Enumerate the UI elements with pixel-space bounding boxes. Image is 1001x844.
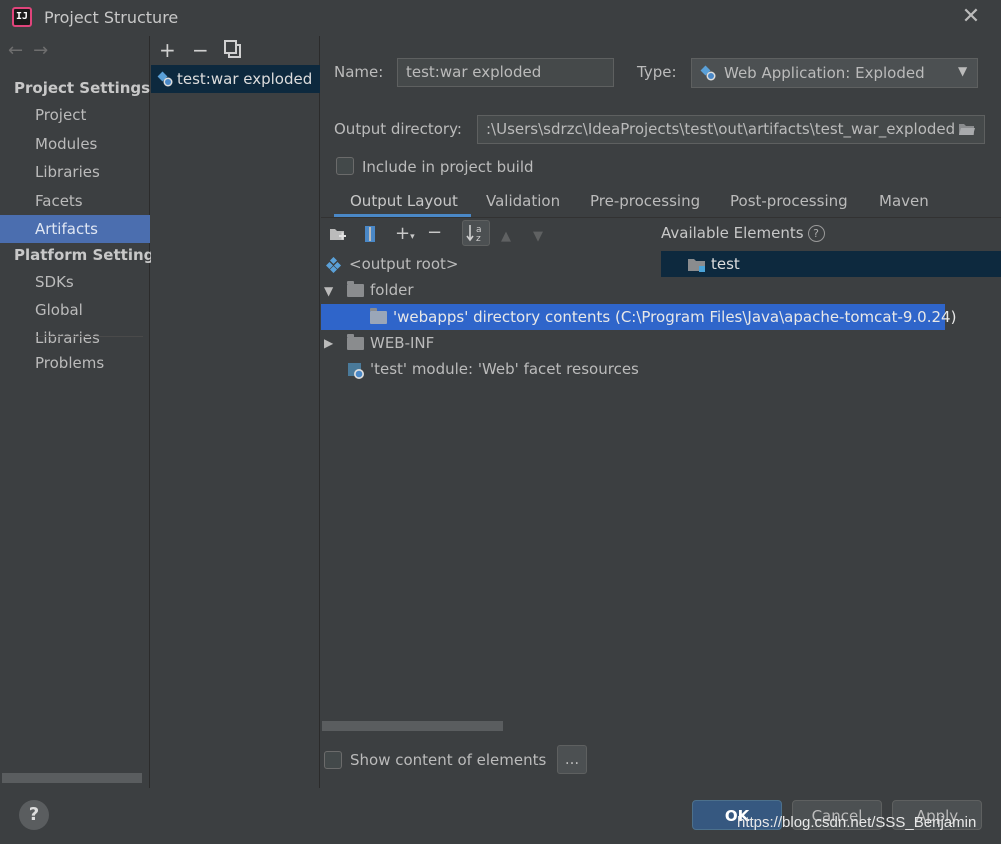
- folder-icon: [370, 308, 387, 324]
- show-content-checkbox[interactable]: [324, 751, 342, 769]
- include-in-build-label: Include in project build: [362, 158, 534, 176]
- include-in-build-checkbox[interactable]: [336, 157, 354, 175]
- help-button[interactable]: ?: [19, 800, 49, 830]
- type-select[interactable]: Web Application: Exploded: [691, 58, 978, 88]
- folder-icon: [347, 281, 364, 297]
- nav-item-problems[interactable]: Problems: [0, 349, 150, 377]
- arrow-left-icon[interactable]: ←: [8, 40, 23, 61]
- type-label: Type:: [637, 63, 677, 81]
- nav-divider: [35, 336, 143, 337]
- nav-item-artifacts[interactable]: Artifacts: [0, 215, 150, 243]
- remove-artifact-button[interactable]: −: [192, 40, 209, 60]
- tab-post-processing[interactable]: Post-processing: [730, 192, 848, 218]
- tab-divider: [321, 217, 1001, 218]
- copy-icon[interactable]: [224, 40, 242, 58]
- chevron-right-icon[interactable]: ▶: [324, 336, 333, 350]
- type-select-value: Web Application: Exploded: [724, 64, 925, 82]
- web-facet-icon: [347, 362, 365, 380]
- project-settings-header: Project Settings: [14, 79, 151, 97]
- nav-item-project[interactable]: Project: [0, 101, 150, 129]
- tree-webapps-contents[interactable]: 'webapps' directory contents (C:\Program…: [393, 304, 956, 330]
- tree-output-root[interactable]: <output root>: [349, 251, 458, 277]
- name-label: Name:: [334, 63, 384, 81]
- artifact-item[interactable]: test:war exploded: [151, 65, 320, 93]
- create-archive-icon[interactable]: [364, 225, 376, 243]
- platform-settings-header: Platform Settings: [14, 246, 164, 264]
- nav-item-modules[interactable]: Modules: [0, 130, 150, 158]
- artifacts-list-panel: [151, 36, 320, 788]
- artifact-editor: [321, 36, 1001, 788]
- tree-web-inf[interactable]: WEB-INF: [370, 330, 434, 356]
- output-directory-field[interactable]: :\Users\sdrzc\IdeaProjects\test\out\arti…: [477, 115, 985, 144]
- available-element-item[interactable]: test: [661, 251, 1001, 277]
- folder-icon: [347, 334, 364, 350]
- output-directory-label: Output directory:: [334, 120, 462, 138]
- intellij-logo-icon: IJ: [12, 7, 32, 27]
- help-icon[interactable]: ?: [807, 225, 825, 242]
- svg-text:z: z: [476, 234, 481, 244]
- add-element-button[interactable]: +▾: [395, 225, 415, 246]
- chevron-down-icon[interactable]: ▼: [324, 284, 333, 298]
- chevron-down-icon: ▼: [958, 64, 968, 78]
- sort-az-icon: az: [466, 225, 482, 244]
- sort-elements-button[interactable]: az: [462, 220, 490, 246]
- show-content-label: Show content of elements: [350, 751, 547, 769]
- move-up-icon[interactable]: ▲: [501, 228, 511, 246]
- nav-item-global-libraries[interactable]: Global Libraries: [0, 296, 150, 347]
- module-folder-icon: [687, 257, 707, 273]
- nav-item-libraries[interactable]: Libraries: [0, 158, 150, 186]
- nav-item-sdks[interactable]: SDKs: [0, 268, 150, 296]
- window-title: Project Structure: [44, 8, 179, 27]
- active-tab-indicator: [334, 214, 471, 217]
- web-exploded-icon: [700, 65, 716, 81]
- layout-horizontal-scrollbar[interactable]: [322, 721, 503, 731]
- move-down-icon[interactable]: ▼: [533, 228, 543, 246]
- nav-scrollbar[interactable]: [2, 773, 142, 783]
- tab-validation[interactable]: Validation: [486, 192, 560, 218]
- name-field[interactable]: test:war exploded: [397, 58, 614, 87]
- web-artifact-icon: [157, 71, 173, 87]
- remove-element-button[interactable]: −: [427, 224, 442, 242]
- available-elements-header: Available Elements?: [661, 224, 825, 242]
- nav-item-facets[interactable]: Facets: [0, 187, 150, 215]
- create-directory-icon[interactable]: [329, 226, 347, 242]
- available-elements-title: Available Elements: [661, 224, 804, 242]
- tab-pre-processing[interactable]: Pre-processing: [590, 192, 700, 218]
- arrow-right-icon[interactable]: →: [33, 40, 48, 61]
- close-icon[interactable]: ✕: [960, 6, 982, 28]
- output-root-icon: [325, 256, 342, 274]
- nav-history: ← →: [8, 40, 58, 61]
- tree-folder[interactable]: folder: [370, 277, 414, 303]
- add-artifact-button[interactable]: +: [159, 40, 176, 60]
- watermark-text: https://blog.csdn.net/SSS_Benjamin: [737, 814, 977, 831]
- tab-maven[interactable]: Maven: [879, 192, 929, 218]
- tree-facet-resources[interactable]: 'test' module: 'Web' facet resources: [370, 356, 639, 382]
- folder-browse-icon[interactable]: [958, 122, 976, 136]
- ellipsis-button[interactable]: ...: [557, 745, 587, 774]
- app-icon-text: IJ: [15, 11, 29, 22]
